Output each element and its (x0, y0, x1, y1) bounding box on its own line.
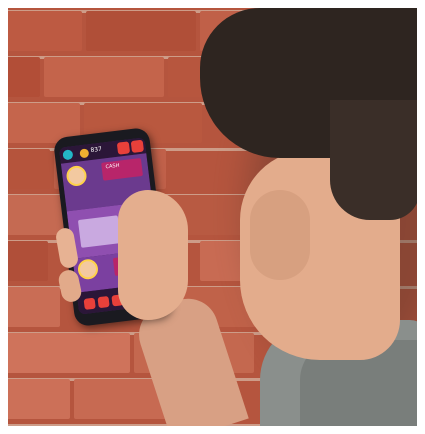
nav-button-icon[interactable] (97, 295, 110, 309)
cash-amount: 837 (90, 145, 103, 155)
gear-icon[interactable] (116, 141, 131, 155)
nav-button-icon[interactable] (83, 297, 96, 310)
room-furniture (77, 215, 122, 248)
avatar (76, 258, 100, 281)
avatar (65, 164, 88, 188)
hand (118, 190, 188, 320)
hair-back (330, 100, 420, 220)
shop-icon[interactable] (130, 139, 145, 153)
photo-scene: 837 CASH (0, 0, 425, 434)
coin-icon (79, 148, 90, 159)
menu-icon[interactable] (62, 149, 74, 161)
cheek-beard (250, 190, 310, 280)
